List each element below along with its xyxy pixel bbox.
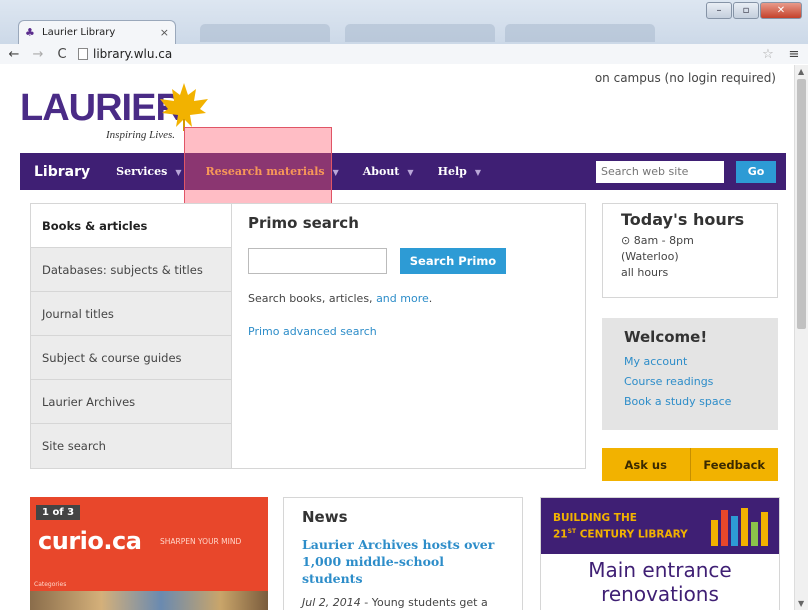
site-search-input[interactable] [596, 160, 724, 183]
building-line2-sup: ST [567, 528, 577, 535]
maple-leaf-icon [160, 83, 208, 131]
primo-title: Primo search [248, 214, 359, 232]
building-band: BUILDING THE 21ST CENTURY LIBRARY [541, 498, 779, 554]
window-close-icon[interactable]: ✕ [760, 2, 802, 19]
hours-title: Today's hours [621, 210, 745, 229]
ask-us-button[interactable]: Ask us [602, 448, 690, 481]
news-panel: News Laurier Archives hosts over 1,000 m… [283, 497, 523, 610]
my-account-link[interactable]: My account [624, 352, 756, 372]
news-body: Jul 2, 2014 - Young students get a taste… [302, 595, 504, 610]
laurier-favicon-icon: ♣ [25, 25, 35, 39]
site-search-go-button[interactable]: Go [736, 160, 776, 183]
window-controls: – ▫ ✕ [706, 2, 802, 19]
all-hours-link[interactable]: all hours [621, 265, 759, 281]
primo-search-panel: Primo search Search Primo Search books, … [231, 203, 586, 469]
page-icon [78, 48, 88, 60]
maximize-icon[interactable]: ▫ [733, 2, 759, 19]
tab-journal-titles[interactable]: Journal titles [31, 292, 231, 336]
scroll-up-icon[interactable]: ▲ [798, 67, 804, 76]
carousel-counter: 1 of 3 [36, 505, 81, 520]
background-tab[interactable] [345, 24, 495, 42]
welcome-title: Welcome! [624, 328, 708, 346]
search-primo-button[interactable]: Search Primo [400, 248, 506, 274]
building-line2-rest: CENTURY LIBRARY [576, 528, 688, 541]
nav-brand-library[interactable]: Library [20, 164, 104, 180]
tab-site-search[interactable]: Site search [31, 424, 231, 468]
renovations-title: Main entrance renovations [588, 558, 732, 606]
forward-arrow-icon[interactable]: → [30, 47, 46, 62]
minimize-icon[interactable]: – [706, 2, 732, 19]
url-text: library.wlu.ca [93, 47, 173, 61]
nav-help-label: Help [437, 165, 467, 178]
chevron-down-icon: ▼ [332, 166, 339, 177]
address-bar: ← → C library.wlu.ca ☆ ≡ [0, 44, 808, 64]
primo-search-input[interactable] [248, 248, 387, 274]
chevron-down-icon: ▼ [175, 166, 182, 177]
curio-tagline: SHARPEN YOUR MIND [160, 537, 242, 546]
curio-categories: Categories [34, 581, 67, 588]
news-headline-link[interactable]: Laurier Archives hosts over 1,000 middle… [302, 536, 504, 587]
welcome-panel: Welcome! My account Course readings Book… [602, 318, 778, 430]
building-banner[interactable]: BUILDING THE 21ST CENTURY LIBRARY Main e… [540, 497, 780, 610]
book-study-space-link[interactable]: Book a study space [624, 392, 756, 412]
laurier-logo[interactable]: LAURIER Inspiring Lives. [20, 83, 208, 141]
campus-note: on campus (no login required) [594, 71, 776, 85]
nav-about[interactable]: About ▼ [351, 165, 426, 178]
primo-desc-text: Search books, articles, [248, 292, 377, 305]
curio-logo: curio.ca [38, 527, 142, 555]
scroll-down-icon[interactable]: ▼ [798, 599, 804, 608]
building-line2-num: 21 [553, 528, 568, 541]
scroll-thumb[interactable] [797, 79, 806, 329]
search-category-tabs: Books & articles Databases: subjects & t… [30, 203, 232, 469]
tab-subject-guides[interactable]: Subject & course guides [31, 336, 231, 380]
tab-title: Laurier Library [42, 27, 116, 38]
chevron-down-icon: ▼ [474, 166, 481, 177]
hours-location: (Waterloo) [621, 250, 679, 263]
web-page: on campus (no login required) LAURIER In… [0, 65, 808, 610]
url-field[interactable]: library.wlu.ca [78, 47, 172, 61]
ask-feedback-bar: Ask us Feedback [602, 448, 778, 481]
main-navigation: Library Services ▼ Research materials ▼ … [20, 153, 786, 190]
menu-icon[interactable]: ≡ [786, 47, 802, 62]
hours-time: ⊙ 8am - 8pm [621, 234, 694, 247]
building-bars-graphic [711, 508, 768, 546]
back-arrow-icon[interactable]: ← [6, 47, 22, 62]
news-title: News [302, 508, 348, 526]
primo-description: Search books, articles, and more. [248, 292, 569, 305]
building-heading: BUILDING THE 21ST CENTURY LIBRARY [553, 512, 688, 542]
nav-help[interactable]: Help ▼ [426, 165, 493, 178]
reload-icon[interactable]: C [54, 47, 70, 62]
building-line1: BUILDING THE [553, 512, 637, 524]
primo-desc-period: . [428, 292, 433, 305]
curio-carousel[interactable]: 1 of 3 curio.ca SHARPEN YOUR MIND Catego… [30, 497, 268, 610]
tab-databases[interactable]: Databases: subjects & titles [31, 248, 231, 292]
tab-books-articles[interactable]: Books & articles [31, 204, 231, 248]
bookmark-star-icon[interactable]: ☆ [760, 47, 776, 62]
and-more-link[interactable]: and more [376, 292, 429, 305]
highlight-overlay [184, 127, 332, 208]
browser-chrome: ♣ Laurier Library × – ▫ ✕ ← → C library.… [0, 0, 808, 64]
tab-laurier-archives[interactable]: Laurier Archives [31, 380, 231, 424]
background-tab[interactable] [200, 24, 330, 42]
todays-hours-panel: Today's hours ⊙ 8am - 8pm (Waterloo) all… [602, 203, 778, 298]
chevron-down-icon: ▼ [407, 166, 414, 177]
primo-advanced-search-link[interactable]: Primo advanced search [248, 325, 569, 338]
nav-about-label: About [362, 165, 400, 178]
browser-tab[interactable]: ♣ Laurier Library × [18, 20, 176, 44]
nav-services-label: Services [116, 165, 168, 178]
news-date: Jul 2, 2014 [302, 596, 361, 609]
course-readings-link[interactable]: Course readings [624, 372, 756, 392]
close-tab-icon[interactable]: × [160, 26, 169, 39]
curio-image-strip [30, 591, 268, 610]
nav-services[interactable]: Services ▼ [104, 165, 193, 178]
page-scrollbar[interactable]: ▲ ▼ [794, 65, 808, 610]
background-tab[interactable] [505, 24, 655, 42]
feedback-button[interactable]: Feedback [689, 448, 779, 481]
